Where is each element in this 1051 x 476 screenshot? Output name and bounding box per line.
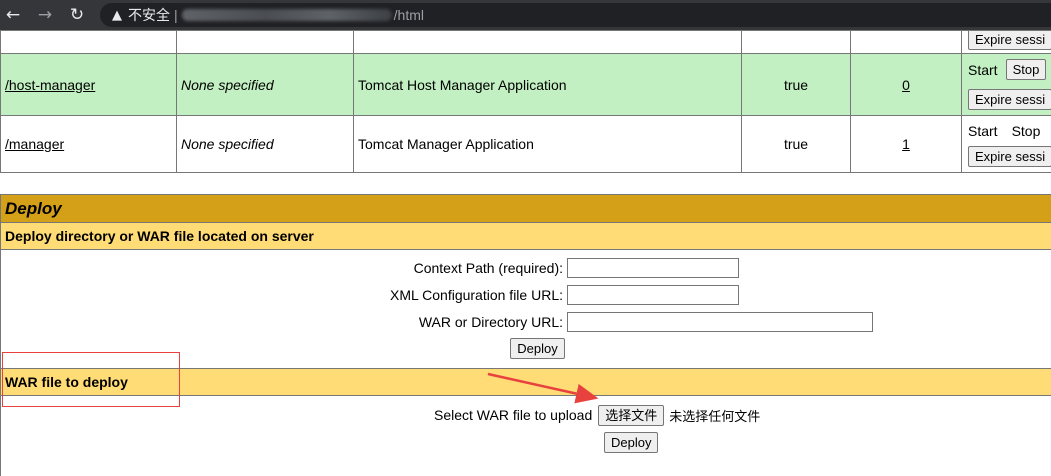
warning-icon: ▲	[112, 8, 122, 23]
context-path-label: Context Path (required):	[1, 260, 567, 276]
expire-sessions-button[interactable]: Expire sessi	[968, 146, 1051, 167]
applications-table: Expire sessi /host-manager None specifie…	[0, 30, 1051, 173]
table-row: /host-manager None specified Tomcat Host…	[1, 54, 1051, 116]
xml-config-label: XML Configuration file URL:	[1, 287, 567, 303]
choose-file-button[interactable]: 选择文件	[598, 405, 664, 426]
deploy-header: Deploy	[0, 194, 1051, 222]
app-version: None specified	[177, 116, 354, 173]
stop-button[interactable]: Stop	[1006, 59, 1047, 80]
no-file-chosen-text: 未选择任何文件	[669, 406, 760, 425]
app-display-name: Tomcat Manager Application	[354, 116, 742, 173]
reload-icon[interactable]: ↻	[66, 4, 88, 26]
app-version: None specified	[177, 54, 354, 116]
select-war-label: Select WAR file to upload	[434, 407, 592, 423]
app-running: true	[742, 54, 851, 116]
expire-sessions-button[interactable]: Expire sessi	[968, 89, 1051, 110]
start-button[interactable]: Start	[968, 123, 998, 139]
server-deploy-subheader: Deploy directory or WAR file located on …	[0, 222, 1051, 250]
war-upload-form: Select WAR file to upload 选择文件 未选择任何文件 D…	[0, 396, 1051, 476]
app-running: true	[742, 116, 851, 173]
blurred-url	[182, 9, 392, 21]
xml-config-input[interactable]	[567, 285, 739, 305]
deploy-section: Deploy Deploy directory or WAR file loca…	[0, 194, 1051, 476]
table-row: /manager None specified Tomcat Manager A…	[1, 116, 1051, 173]
browser-toolbar: ← → ↻ ▲ 不安全 | /html	[0, 0, 1051, 30]
war-dir-input[interactable]	[567, 312, 873, 332]
server-deploy-form: Context Path (required): XML Configurati…	[0, 250, 1051, 368]
stop-button[interactable]: Stop	[1012, 123, 1041, 139]
security-label[interactable]: 不安全	[128, 5, 170, 25]
start-button[interactable]: Start	[968, 62, 998, 78]
app-sessions-link[interactable]: 0	[902, 77, 910, 93]
address-bar[interactable]: ▲ 不安全 | /html	[100, 3, 1051, 27]
app-sessions-link[interactable]: 1	[902, 136, 910, 152]
expire-sessions-button[interactable]: Expire sessi	[968, 31, 1051, 51]
forward-arrow-icon[interactable]: →	[34, 4, 56, 26]
war-dir-label: WAR or Directory URL:	[1, 314, 567, 330]
url-separator: |	[174, 7, 178, 23]
deploy-upload-button[interactable]: Deploy	[604, 432, 658, 453]
deploy-server-button[interactable]: Deploy	[510, 338, 564, 359]
table-row: Expire sessi	[1, 31, 1051, 54]
url-text: /html	[394, 7, 424, 23]
back-arrow-icon[interactable]: ←	[2, 4, 24, 26]
context-path-input[interactable]	[567, 258, 739, 278]
app-display-name: Tomcat Host Manager Application	[354, 54, 742, 116]
app-path-link[interactable]: /host-manager	[5, 77, 95, 93]
highlight-box	[2, 352, 180, 407]
app-path-link[interactable]: /manager	[5, 136, 64, 152]
